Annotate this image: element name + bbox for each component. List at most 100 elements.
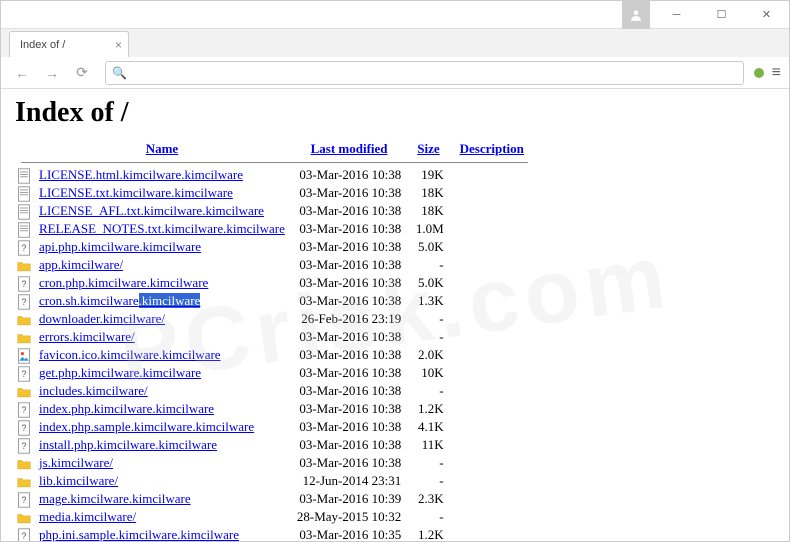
file-modified: 03-Mar-2016 10:38 <box>291 454 407 472</box>
folder-icon <box>15 328 33 346</box>
file-link[interactable]: index.php.sample.kimcilware.kimcilware <box>39 419 254 434</box>
minimize-button[interactable]: ─ <box>654 1 699 29</box>
file-size: - <box>407 472 449 490</box>
file-modified: 03-Mar-2016 10:38 <box>291 346 407 364</box>
file-size: - <box>407 328 449 346</box>
file-modified: 03-Mar-2016 10:39 <box>291 490 407 508</box>
file-link[interactable]: media.kimcilware/ <box>39 509 136 524</box>
tab-title: Index of / <box>20 39 65 51</box>
table-row: ? get.php.kimcilware.kimcilware 03-Mar-201… <box>15 364 534 382</box>
file-modified: 03-Mar-2016 10:38 <box>291 436 407 454</box>
table-row: includes.kimcilware/03-Mar-2016 10:38- <box>15 382 534 400</box>
file-link[interactable]: cron.sh.kimcilware.kimcilware <box>39 293 200 308</box>
file-link[interactable]: index.php.kimcilware.kimcilware <box>39 401 214 416</box>
svg-text:?: ? <box>22 279 27 289</box>
file-link[interactable]: LICENSE.txt.kimcilware.kimcilware <box>39 185 233 200</box>
svg-text:?: ? <box>22 369 27 379</box>
table-row: ? api.php.kimcilware.kimcilware 03-Mar-201… <box>15 238 534 256</box>
svg-text:?: ? <box>22 297 27 307</box>
file-description <box>450 508 534 526</box>
svg-text:?: ? <box>22 531 27 541</box>
header-row: Name Last modified Size Description <box>15 139 534 159</box>
window-titlebar: ─ ☐ ✕ <box>1 1 789 29</box>
file-size: - <box>407 382 449 400</box>
header-modified[interactable]: Last modified <box>311 141 388 156</box>
file-size: 2.0K <box>407 346 449 364</box>
table-row: lib.kimcilware/12-Jun-2014 23:31- <box>15 472 534 490</box>
file-description <box>450 526 534 541</box>
file-link[interactable]: js.kimcilware/ <box>39 455 113 470</box>
file-size: 1.3K <box>407 292 449 310</box>
file-link[interactable]: LICENSE.html.kimcilware.kimcilware <box>39 167 243 182</box>
file-modified: 03-Mar-2016 10:38 <box>291 364 407 382</box>
unknown-icon: ? <box>15 526 33 541</box>
file-description <box>450 184 534 202</box>
menu-icon[interactable]: ≡ <box>772 64 781 82</box>
file-link[interactable]: includes.kimcilware/ <box>39 383 148 398</box>
file-link[interactable]: RELEASE_NOTES.txt.kimcilware.kimcilware <box>39 221 285 236</box>
header-name[interactable]: Name <box>146 141 179 156</box>
file-size: - <box>407 508 449 526</box>
header-size[interactable]: Size <box>417 141 439 156</box>
file-link[interactable]: lib.kimcilware/ <box>39 473 118 488</box>
table-row: ?index.php.sample.kimcilware.kimcilware0… <box>15 418 534 436</box>
file-description <box>450 364 534 382</box>
file-description <box>450 400 534 418</box>
file-size: 1.2K <box>407 526 449 541</box>
file-modified: 03-Mar-2016 10:38 <box>291 238 407 256</box>
table-row: js.kimcilware/03-Mar-2016 10:38- <box>15 454 534 472</box>
file-description <box>450 382 534 400</box>
file-description <box>450 436 534 454</box>
file-description <box>450 220 534 238</box>
file-description <box>450 292 534 310</box>
extension-icon[interactable] <box>754 68 764 78</box>
table-row: errors.kimcilware/03-Mar-2016 10:38- <box>15 328 534 346</box>
file-size: 19K <box>407 166 449 184</box>
table-row: ?cron.sh.kimcilware.kimcilware03-Mar-201… <box>15 292 534 310</box>
forward-button[interactable]: → <box>39 60 65 86</box>
file-modified: 28-May-2015 10:32 <box>291 508 407 526</box>
file-link[interactable]: cron.php.kimcilware.kimcilware <box>39 275 208 290</box>
file-description <box>450 472 534 490</box>
close-button[interactable]: ✕ <box>744 1 789 29</box>
file-link[interactable]: php.ini.sample.kimcilware.kimcilware <box>39 527 239 541</box>
highlighted-text: .kimcilware <box>139 293 201 308</box>
user-profile-icon[interactable] <box>622 1 650 29</box>
image-icon <box>15 346 33 364</box>
file-link[interactable]: app.kimcilware/ <box>39 257 123 272</box>
page-title: Index of / <box>15 97 775 129</box>
file-size: 1.2K <box>407 400 449 418</box>
address-bar[interactable]: 🔍 <box>105 61 744 85</box>
folder-icon <box>15 256 33 274</box>
folder-icon <box>15 382 33 400</box>
file-link[interactable]: downloader.kimcilware/ <box>39 311 165 326</box>
header-description[interactable]: Description <box>460 141 524 156</box>
table-row: RELEASE_NOTES.txt.kimcilware.kimcilware0… <box>15 220 534 238</box>
text-icon <box>15 202 33 220</box>
svg-text:?: ? <box>22 423 27 433</box>
unknown-icon: ? <box>15 490 33 508</box>
table-row: app.kimcilware/03-Mar-2016 10:38- <box>15 256 534 274</box>
maximize-button[interactable]: ☐ <box>699 1 744 29</box>
browser-tab[interactable]: Index of / × <box>9 31 129 57</box>
file-modified: 03-Mar-2016 10:38 <box>291 256 407 274</box>
file-link[interactable]: install.php.kimcilware.kimcilware <box>39 437 217 452</box>
file-link[interactable]: api.php.kimcilware.kimcilware <box>39 239 201 254</box>
file-link[interactable]: favicon.ico.kimcilware.kimcilware <box>39 347 221 362</box>
file-modified: 03-Mar-2016 10:38 <box>291 400 407 418</box>
file-description <box>450 418 534 436</box>
back-button[interactable]: ← <box>9 60 35 86</box>
file-link[interactable]: mage.kimcilware.kimcilware <box>39 491 191 506</box>
file-size: 10K <box>407 364 449 382</box>
reload-button[interactable]: ⟳ <box>69 60 95 86</box>
file-description <box>450 346 534 364</box>
svg-text:?: ? <box>22 405 27 415</box>
file-link[interactable]: errors.kimcilware/ <box>39 329 135 344</box>
file-size: 4.1K <box>407 418 449 436</box>
file-link[interactable]: LICENSE_AFL.txt.kimcilware.kimcilware <box>39 203 264 218</box>
svg-text:?: ? <box>22 243 27 253</box>
file-modified: 26-Feb-2016 23:19 <box>291 310 407 328</box>
search-icon: 🔍 <box>112 66 127 80</box>
tab-close-icon[interactable]: × <box>115 38 122 52</box>
file-link[interactable]: get.php.kimcilware.kimcilware <box>39 365 201 380</box>
